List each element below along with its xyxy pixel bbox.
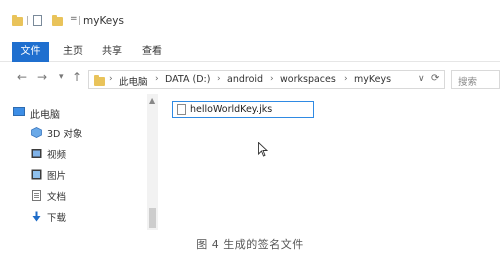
up-button[interactable]: ↑ (72, 70, 82, 84)
video-icon (31, 148, 42, 159)
address-bar[interactable]: › 此电脑 › DATA (D:) › android › workspaces… (88, 70, 445, 89)
navigation-pane: 此电脑 3D 对象 视频 图片 文档 下载 (0, 94, 145, 230)
sidebar-item-label: 文档 (47, 192, 67, 203)
documents-icon (31, 190, 42, 201)
file-list-pane: helloWorldKey.jks (158, 94, 500, 230)
breadcrumb-separator: › (109, 74, 113, 84)
tab-file[interactable]: 文件 (12, 42, 49, 62)
breadcrumb-mykeys[interactable]: myKeys (354, 74, 391, 85)
sidebar-item-label: 3D 对象 (47, 129, 83, 140)
breadcrumb-separator: › (344, 74, 348, 84)
sidebar-item-this-pc[interactable]: 此电脑 (0, 106, 140, 121)
separator (27, 16, 28, 25)
search-input[interactable]: 搜索 (451, 70, 500, 89)
3d-objects-icon (31, 127, 42, 138)
sidebar-item-label: 此电脑 (30, 110, 60, 121)
navigation-scrollbar[interactable]: ▲ (147, 94, 158, 230)
title-bar: = myKeys (0, 0, 500, 42)
sidebar-item-label: 视频 (47, 150, 67, 161)
breadcrumb-separator: › (155, 74, 159, 84)
tab-view[interactable]: 查看 (137, 42, 167, 62)
address-row: ← → ▾ ↑ › 此电脑 › DATA (D:) › android › wo… (0, 62, 500, 94)
breadcrumb-separator: › (270, 74, 274, 84)
scrollbar-thumb[interactable] (149, 208, 156, 228)
breadcrumb-this-pc[interactable]: 此电脑 (119, 74, 148, 88)
sidebar-item-label: 下载 (47, 213, 67, 224)
pictures-icon (31, 169, 42, 180)
tab-share[interactable]: 共享 (97, 42, 127, 62)
ribbon: 文件 主页 共享 查看 (0, 42, 500, 62)
refresh-icon[interactable]: ⟳ (431, 73, 439, 84)
breadcrumb-workspaces[interactable]: workspaces (280, 74, 336, 85)
file-icon (177, 104, 186, 115)
separator (79, 16, 80, 25)
download-icon (31, 211, 42, 222)
scroll-up-icon[interactable]: ▲ (149, 96, 155, 105)
breadcrumb-separator: › (217, 74, 221, 84)
tab-home[interactable]: 主页 (58, 42, 88, 62)
computer-icon (13, 107, 25, 116)
file-name-input[interactable]: helloWorldKey.jks (190, 104, 272, 115)
sidebar-item-label: 图片 (47, 171, 67, 182)
window-title: myKeys (83, 15, 124, 27)
back-button[interactable]: ← (17, 70, 27, 84)
file-item[interactable]: helloWorldKey.jks (172, 101, 314, 118)
address-dropdown-icon[interactable]: ∨ (418, 74, 425, 84)
breadcrumb-android[interactable]: android (227, 74, 263, 85)
figure-caption: 图 4 生成的签名文件 (196, 238, 304, 251)
recent-locations-button[interactable]: ▾ (59, 72, 64, 82)
quick-access-dropdown-icon[interactable]: = (70, 14, 78, 24)
forward-button[interactable]: → (37, 70, 47, 84)
breadcrumb-data-drive[interactable]: DATA (D:) (165, 74, 210, 85)
mouse-cursor-icon (258, 141, 269, 160)
